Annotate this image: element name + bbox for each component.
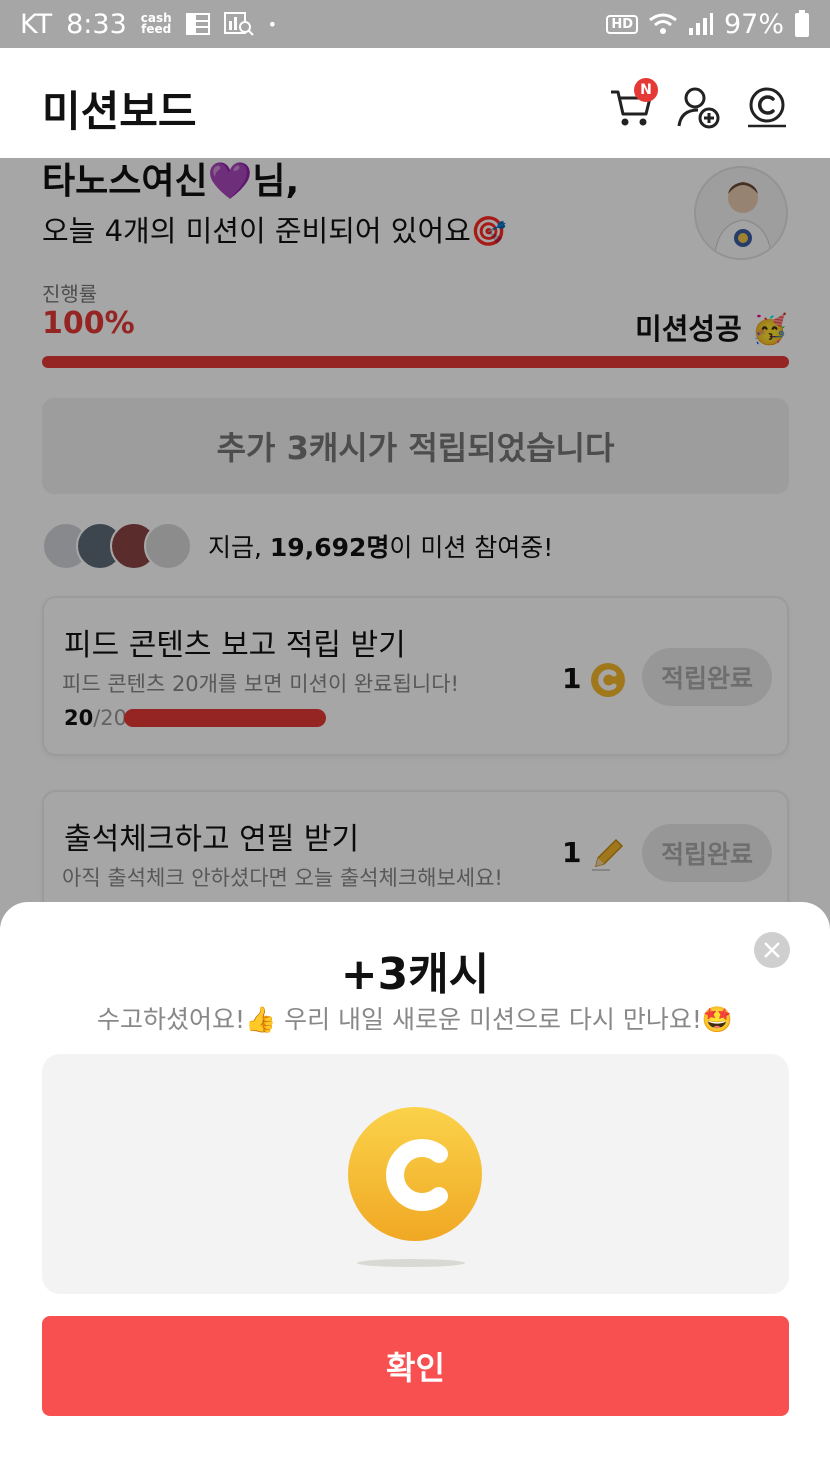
hd-voice-icon: HD xyxy=(606,14,638,34)
table-notification-icon xyxy=(185,13,210,35)
page-title: 미션보드 xyxy=(42,87,197,136)
new-badge: N xyxy=(634,78,658,102)
notification-dot: • xyxy=(267,14,278,34)
close-button[interactable] xyxy=(754,932,790,968)
status-bar: KT 8:33 cash feed • HD 97% xyxy=(0,0,830,48)
cash-history-button[interactable] xyxy=(744,84,790,130)
close-icon xyxy=(764,942,780,958)
confirm-label: 확인 xyxy=(386,1349,445,1387)
cashfeed-notification-icon: cash feed xyxy=(141,12,172,36)
cart-button[interactable]: N xyxy=(608,78,658,130)
coin-illustration-panel xyxy=(42,1054,789,1294)
big-coin-icon xyxy=(348,1107,482,1267)
analytics-notification-icon xyxy=(223,12,254,36)
cashfeed-line2: feed xyxy=(141,22,172,36)
signal-icon xyxy=(688,13,713,35)
add-friend-button[interactable] xyxy=(676,84,722,130)
reward-bottom-sheet: +3캐시 수고하셨어요!👍 우리 내일 새로운 미션으로 다시 만나요!🤩 확인 xyxy=(0,902,830,1476)
cash-coin-icon xyxy=(748,87,786,128)
wifi-icon xyxy=(649,13,677,34)
reward-message: 수고하셨어요!👍 우리 내일 새로운 미션으로 다시 만나요!🤩 xyxy=(97,1005,733,1034)
add-user-icon xyxy=(677,87,720,129)
app-header: 미션보드 N xyxy=(0,48,830,158)
reward-title: +3캐시 xyxy=(340,949,490,1000)
clock: 8:33 xyxy=(66,8,127,40)
battery-percent: 97% xyxy=(723,8,784,40)
confirm-button[interactable]: 확인 xyxy=(42,1316,789,1416)
carrier-label: KT xyxy=(20,8,53,40)
battery-icon xyxy=(795,10,809,37)
